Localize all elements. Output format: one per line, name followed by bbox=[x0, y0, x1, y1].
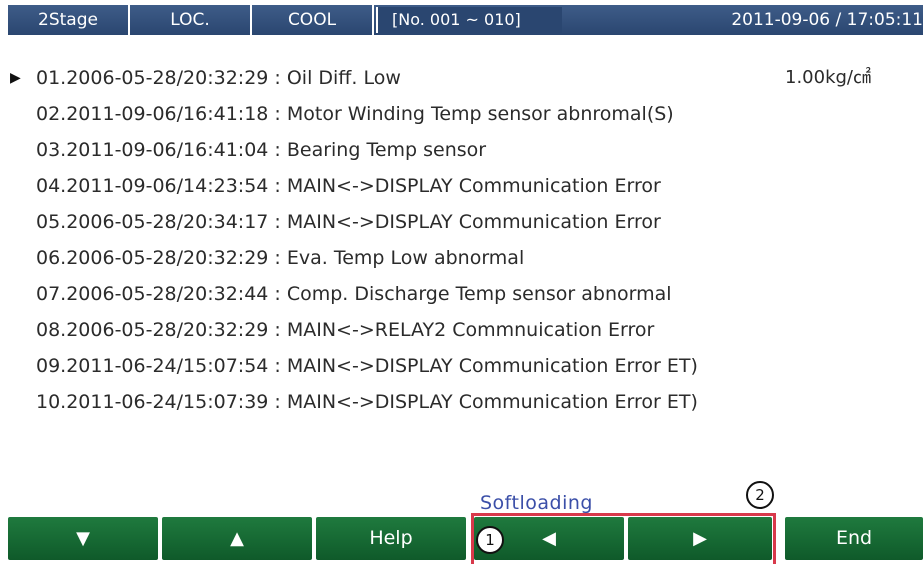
list-item[interactable]: 09.2011-06-24/15:07:54 : MAIN<->DISPLAY … bbox=[0, 348, 923, 384]
end-button[interactable]: End bbox=[785, 517, 923, 560]
list-item[interactable]: 05.2006-05-28/20:34:17 : MAIN<->DISPLAY … bbox=[0, 204, 923, 240]
stage-label: 2Stage bbox=[8, 5, 130, 35]
alarm-text: 01.2006-05-28/20:32:29 : Oil Diff. Low bbox=[36, 67, 401, 89]
alarm-text: 02.2011-09-06/16:41:18 : Motor Winding T… bbox=[36, 103, 674, 125]
alarm-value: 1.00kg/㎠ bbox=[785, 67, 871, 88]
list-item[interactable]: ▶ 01.2006-05-28/20:32:29 : Oil Diff. Low… bbox=[0, 60, 923, 96]
callout-badge-1: 1 bbox=[476, 526, 504, 554]
softloading-label: Softloading bbox=[480, 492, 593, 514]
scroll-up-button[interactable]: ▲ bbox=[162, 517, 312, 560]
range-label: [No. 001 ~ 010] bbox=[378, 7, 562, 33]
list-item[interactable]: 08.2006-05-28/20:32:29 : MAIN<->RELAY2 C… bbox=[0, 312, 923, 348]
scroll-down-button[interactable]: ▼ bbox=[8, 517, 158, 560]
list-item[interactable]: 07.2006-05-28/20:32:44 : Comp. Discharge… bbox=[0, 276, 923, 312]
arrow-down-icon: ▼ bbox=[76, 528, 90, 549]
alarm-text: 08.2006-05-28/20:32:29 : MAIN<->RELAY2 C… bbox=[36, 319, 655, 341]
alarm-text: 04.2011-09-06/14:23:54 : MAIN<->DISPLAY … bbox=[36, 175, 661, 197]
callout-badge-2: 2 bbox=[746, 481, 774, 509]
function-key-bar: ▼ ▲ Help ◀ ▶ End bbox=[0, 517, 923, 564]
status-bar: 2Stage LOC. COOL [No. 001 ~ 010] 2011-09… bbox=[8, 5, 923, 35]
list-item[interactable]: 02.2011-09-06/16:41:18 : Motor Winding T… bbox=[0, 96, 923, 132]
alarm-text: 06.2006-05-28/20:32:29 : Eva. Temp Low a… bbox=[36, 247, 525, 269]
range-box: [No. 001 ~ 010] bbox=[376, 7, 562, 33]
arrow-up-icon: ▲ bbox=[230, 528, 244, 549]
help-button[interactable]: Help bbox=[316, 517, 466, 560]
alarm-text: 10.2011-06-24/15:07:39 : MAIN<->DISPLAY … bbox=[36, 391, 698, 413]
selection-cursor-icon: ▶ bbox=[10, 70, 21, 86]
list-item[interactable]: 10.2011-06-24/15:07:39 : MAIN<->DISPLAY … bbox=[0, 384, 923, 420]
list-item[interactable]: 04.2011-09-06/14:23:54 : MAIN<->DISPLAY … bbox=[0, 168, 923, 204]
callout-highlight-box bbox=[471, 513, 776, 564]
alarm-text: 07.2006-05-28/20:32:44 : Comp. Discharge… bbox=[36, 283, 672, 305]
location-label: LOC. bbox=[130, 5, 252, 35]
alarm-text: 03.2011-09-06/16:41:04 : Bearing Temp se… bbox=[36, 139, 487, 161]
alarm-text: 09.2011-06-24/15:07:54 : MAIN<->DISPLAY … bbox=[36, 355, 698, 377]
datetime-label: 2011-09-06 / 17:05:11 bbox=[731, 10, 923, 30]
mode-label: COOL bbox=[252, 5, 374, 35]
list-item[interactable]: 03.2011-09-06/16:41:04 : Bearing Temp se… bbox=[0, 132, 923, 168]
alarm-text: 05.2006-05-28/20:34:17 : MAIN<->DISPLAY … bbox=[36, 211, 661, 233]
list-item[interactable]: 06.2006-05-28/20:32:29 : Eva. Temp Low a… bbox=[0, 240, 923, 276]
